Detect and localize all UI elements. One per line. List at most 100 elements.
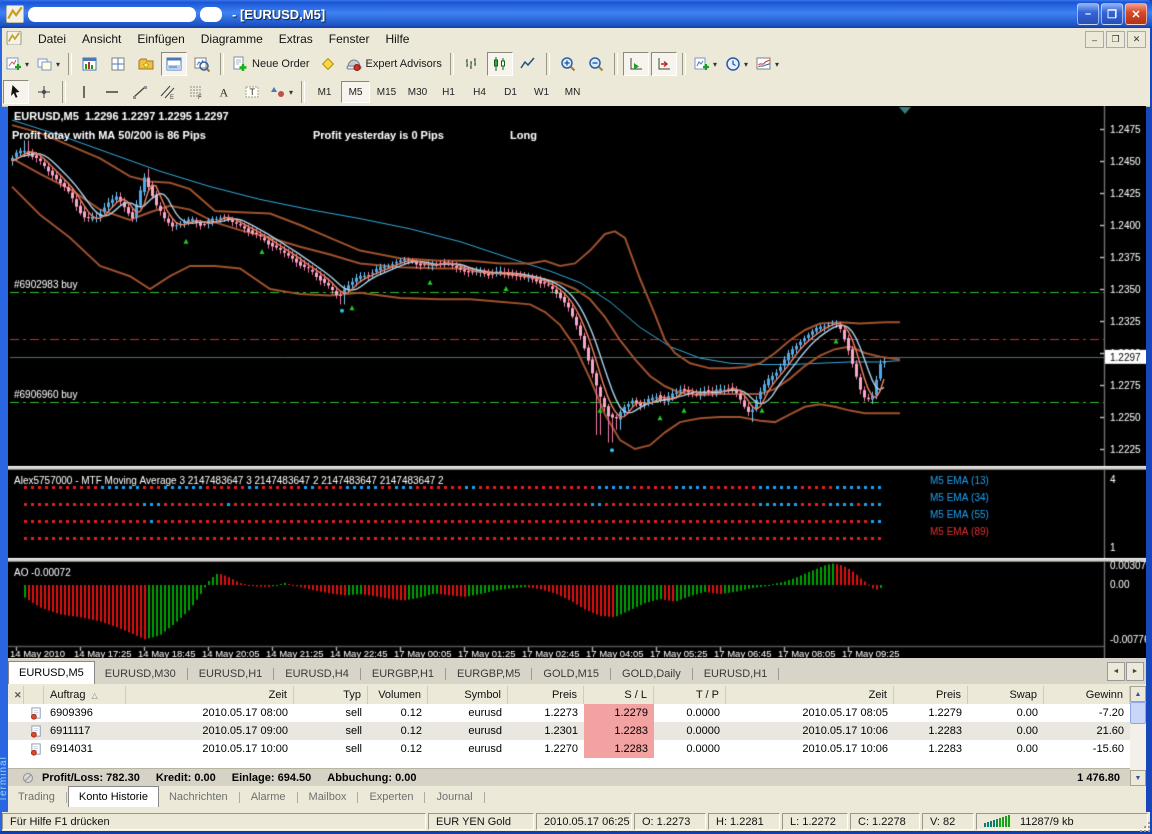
metaeditor-button[interactable]	[315, 52, 341, 76]
chevron-down-icon[interactable]: ▾	[744, 60, 748, 69]
timeframe-h4[interactable]: H4	[465, 81, 494, 103]
zoom-in-button[interactable]	[555, 52, 581, 76]
timeframe-m1[interactable]: M1	[310, 81, 339, 103]
cursor-button[interactable]	[3, 80, 29, 104]
timeframe-mn[interactable]: MN	[558, 81, 587, 103]
chart-bars-button[interactable]	[459, 52, 485, 76]
chart-tab-eurusd-h1-8[interactable]: EURUSD,H1	[694, 664, 778, 684]
trendline-button[interactable]	[127, 80, 153, 104]
menu-extras[interactable]: Extras	[271, 30, 321, 48]
timeframe-h1[interactable]: H1	[434, 81, 463, 103]
horizontal-line-button[interactable]	[99, 80, 125, 104]
terminal-close-icon[interactable]: ✕	[14, 690, 22, 701]
child-restore-button[interactable]: ❐	[1106, 31, 1125, 48]
chart-tab-eurusd-m30-1[interactable]: EURUSD,M30	[95, 664, 186, 684]
navigator-button[interactable]	[133, 52, 159, 76]
arrows-button[interactable]: ▾	[267, 80, 296, 104]
data-window-button[interactable]	[105, 52, 131, 76]
timeframe-w1[interactable]: W1	[527, 81, 556, 103]
chart-tab-eurusd-h1-2[interactable]: EURUSD,H1	[189, 664, 273, 684]
col-header-volumen[interactable]: Volumen	[368, 686, 428, 704]
col-header-typ[interactable]: Typ	[294, 686, 368, 704]
expert-advisors-button[interactable]: Expert Advisors	[343, 52, 445, 76]
profiles-button[interactable]: ▾	[34, 52, 63, 76]
terminal-tab-nachrichten[interactable]: Nachrichten	[159, 788, 238, 806]
chart-system-menu-icon[interactable]	[6, 31, 24, 47]
col-header-icon-column[interactable]	[24, 686, 44, 704]
scroll-down-icon[interactable]: ▼	[1130, 770, 1146, 786]
col-header-auftrag[interactable]: Auftrag△	[44, 686, 126, 704]
order-row-6914031[interactable]: 69140312010.05.17 10:00sell0.12eurusd1.2…	[8, 740, 1130, 758]
restore-button[interactable]: ❐	[1101, 3, 1123, 25]
child-minimize-button[interactable]: –	[1085, 31, 1104, 48]
periods-button[interactable]: ▾	[722, 52, 751, 76]
tab-scroll-left-icon[interactable]: ◄	[1107, 662, 1125, 681]
zoom-out-button[interactable]	[583, 52, 609, 76]
col-header-t-p[interactable]: T / P	[654, 686, 726, 704]
chart-tab-eurusd-m5-0[interactable]: EURUSD,M5	[8, 661, 95, 684]
menu-ansicht[interactable]: Ansicht	[74, 30, 129, 48]
text-label-button[interactable]: T	[239, 80, 265, 104]
order-row-6911117[interactable]: 69111172010.05.17 09:00sell0.12eurusd1.2…	[8, 722, 1130, 740]
price-chart-canvas[interactable]	[8, 106, 1146, 658]
terminal-tab-journal[interactable]: Journal	[426, 788, 482, 806]
chart-tab-gold-m15-6[interactable]: GOLD,M15	[533, 664, 609, 684]
indicators-button[interactable]: ▾	[691, 52, 720, 76]
scrollbar-thumb[interactable]	[1130, 702, 1146, 724]
timeframe-d1[interactable]: D1	[496, 81, 525, 103]
terminal-tab-trading[interactable]: Trading	[8, 788, 65, 806]
terminal-tab-alarme[interactable]: Alarme	[241, 788, 296, 806]
chart-tab-eurusd-h4-3[interactable]: EURUSD,H4	[275, 664, 359, 684]
col-header-zeit[interactable]: Zeit	[126, 686, 294, 704]
timeframe-m5[interactable]: M5	[341, 81, 370, 103]
timeframe-m30[interactable]: M30	[403, 81, 432, 103]
vertical-line-button[interactable]	[71, 80, 97, 104]
chevron-down-icon[interactable]: ▾	[775, 60, 779, 69]
chevron-down-icon[interactable]: ▾	[25, 60, 29, 69]
menu-datei[interactable]: Datei	[30, 30, 74, 48]
text-button[interactable]: A	[211, 80, 237, 104]
col-header-gewinn[interactable]: Gewinn	[1044, 686, 1130, 704]
close-button[interactable]: ✕	[1125, 3, 1147, 25]
chart-shift-button[interactable]	[651, 52, 677, 76]
chevron-down-icon[interactable]: ▾	[713, 60, 717, 69]
market-watch-button[interactable]	[77, 52, 103, 76]
col-header-s-l[interactable]: S / L	[584, 686, 654, 704]
timeframe-m15[interactable]: M15	[372, 81, 401, 103]
terminal-tab-konto-historie[interactable]: Konto Historie	[68, 786, 159, 807]
new-chart-button[interactable]: ▾	[3, 52, 32, 76]
terminal-tab-experten[interactable]: Experten	[359, 788, 423, 806]
col-header-zeit[interactable]: Zeit	[726, 686, 894, 704]
chart-tab-gold-daily-7[interactable]: GOLD,Daily	[612, 664, 691, 684]
menu-einf-gen[interactable]: Einfügen	[129, 30, 192, 48]
chevron-down-icon[interactable]: ▾	[56, 60, 60, 69]
menu-diagramme[interactable]: Diagramme	[193, 30, 271, 48]
terminal-toggle-button[interactable]	[161, 52, 187, 76]
new-order-button[interactable]: Neue Order	[229, 52, 312, 76]
order-row-6909396[interactable]: 69093962010.05.17 08:00sell0.12eurusd1.2…	[8, 704, 1130, 722]
chart-tab-eurgbp-h1-4[interactable]: EURGBP,H1	[362, 664, 444, 684]
menu-hilfe[interactable]: Hilfe	[377, 30, 417, 48]
menu-fenster[interactable]: Fenster	[321, 30, 378, 48]
tab-scroll-right-icon[interactable]: ►	[1126, 662, 1144, 681]
col-header-preis[interactable]: Preis	[508, 686, 584, 704]
templates-button[interactable]: ▾	[753, 52, 782, 76]
table-scrollbar[interactable]: ▲ ▼	[1130, 686, 1146, 786]
scroll-up-icon[interactable]: ▲	[1130, 686, 1146, 702]
title-bar[interactable]: - [EURUSD,M5] –❐✕	[0, 0, 1152, 28]
minimize-button[interactable]: –	[1077, 3, 1099, 25]
chart-tab-eurgbp-m5-5[interactable]: EURGBP,M5	[447, 664, 530, 684]
chevron-down-icon[interactable]: ▾	[289, 88, 293, 97]
terminal-tab-mailbox[interactable]: Mailbox	[299, 788, 357, 806]
chart-candles-button[interactable]	[487, 52, 513, 76]
fibonacci-button[interactable]: F	[183, 80, 209, 104]
auto-scroll-button[interactable]	[623, 52, 649, 76]
equidistant-channel-button[interactable]: E	[155, 80, 181, 104]
resize-grip[interactable]	[1138, 820, 1152, 834]
child-close-button[interactable]: ✕	[1127, 31, 1146, 48]
chart-line-button[interactable]	[515, 52, 541, 76]
col-header-preis[interactable]: Preis	[894, 686, 968, 704]
col-header-swap[interactable]: Swap	[968, 686, 1044, 704]
strategy-tester-button[interactable]	[189, 52, 215, 76]
col-header-symbol[interactable]: Symbol	[428, 686, 508, 704]
